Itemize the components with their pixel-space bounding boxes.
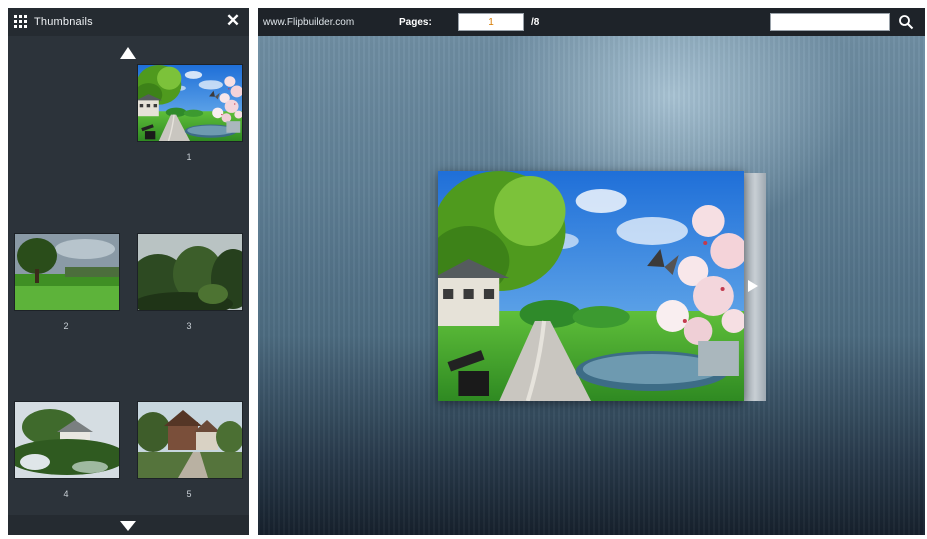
thumbnail-label: 1 [186, 152, 192, 162]
thumbnail-image [138, 65, 242, 141]
triangle-down-icon [120, 521, 136, 531]
thumbnails-panel: Thumbnails ✕ 1 2 3 4 5 [8, 8, 249, 535]
thumbnail-page-2[interactable] [14, 233, 120, 311]
scroll-down-button[interactable] [8, 515, 249, 535]
close-icon[interactable]: ✕ [224, 11, 242, 31]
thumbnail-page-3[interactable] [137, 233, 243, 311]
thumbnail-label: 4 [63, 489, 69, 499]
thumbnail-image [15, 234, 119, 310]
thumbnail-image [138, 234, 242, 310]
site-link[interactable]: www.Flipbuilder.com [263, 17, 354, 28]
thumbnail-page-1[interactable] [137, 64, 243, 142]
book-viewer [258, 36, 925, 535]
triangle-right-icon[interactable] [747, 279, 759, 293]
search-input[interactable] [770, 13, 890, 31]
thumbnail-label: 2 [63, 321, 69, 331]
magnifier-icon[interactable] [898, 14, 914, 30]
book-page[interactable] [438, 171, 744, 401]
thumbnail-page-4[interactable] [14, 401, 120, 479]
thumbnails-title: Thumbnails [34, 16, 93, 28]
thumbnail-page-5[interactable] [137, 401, 243, 479]
pages-label: Pages: [399, 17, 432, 28]
thumbnail-label: 3 [186, 321, 192, 331]
thumbnail-image [15, 402, 119, 478]
page-total: /8 [531, 17, 540, 28]
triangle-up-icon [120, 47, 136, 59]
scroll-up-button[interactable] [8, 44, 249, 64]
page-number-input[interactable] [458, 13, 524, 31]
grid-icon [14, 15, 27, 28]
thumbnail-label: 5 [186, 489, 192, 499]
thumbnail-image [138, 402, 242, 478]
toolbar: www.Flipbuilder.com Pages: /8 [258, 8, 925, 36]
thumbnails-header: Thumbnails ✕ [8, 8, 249, 36]
